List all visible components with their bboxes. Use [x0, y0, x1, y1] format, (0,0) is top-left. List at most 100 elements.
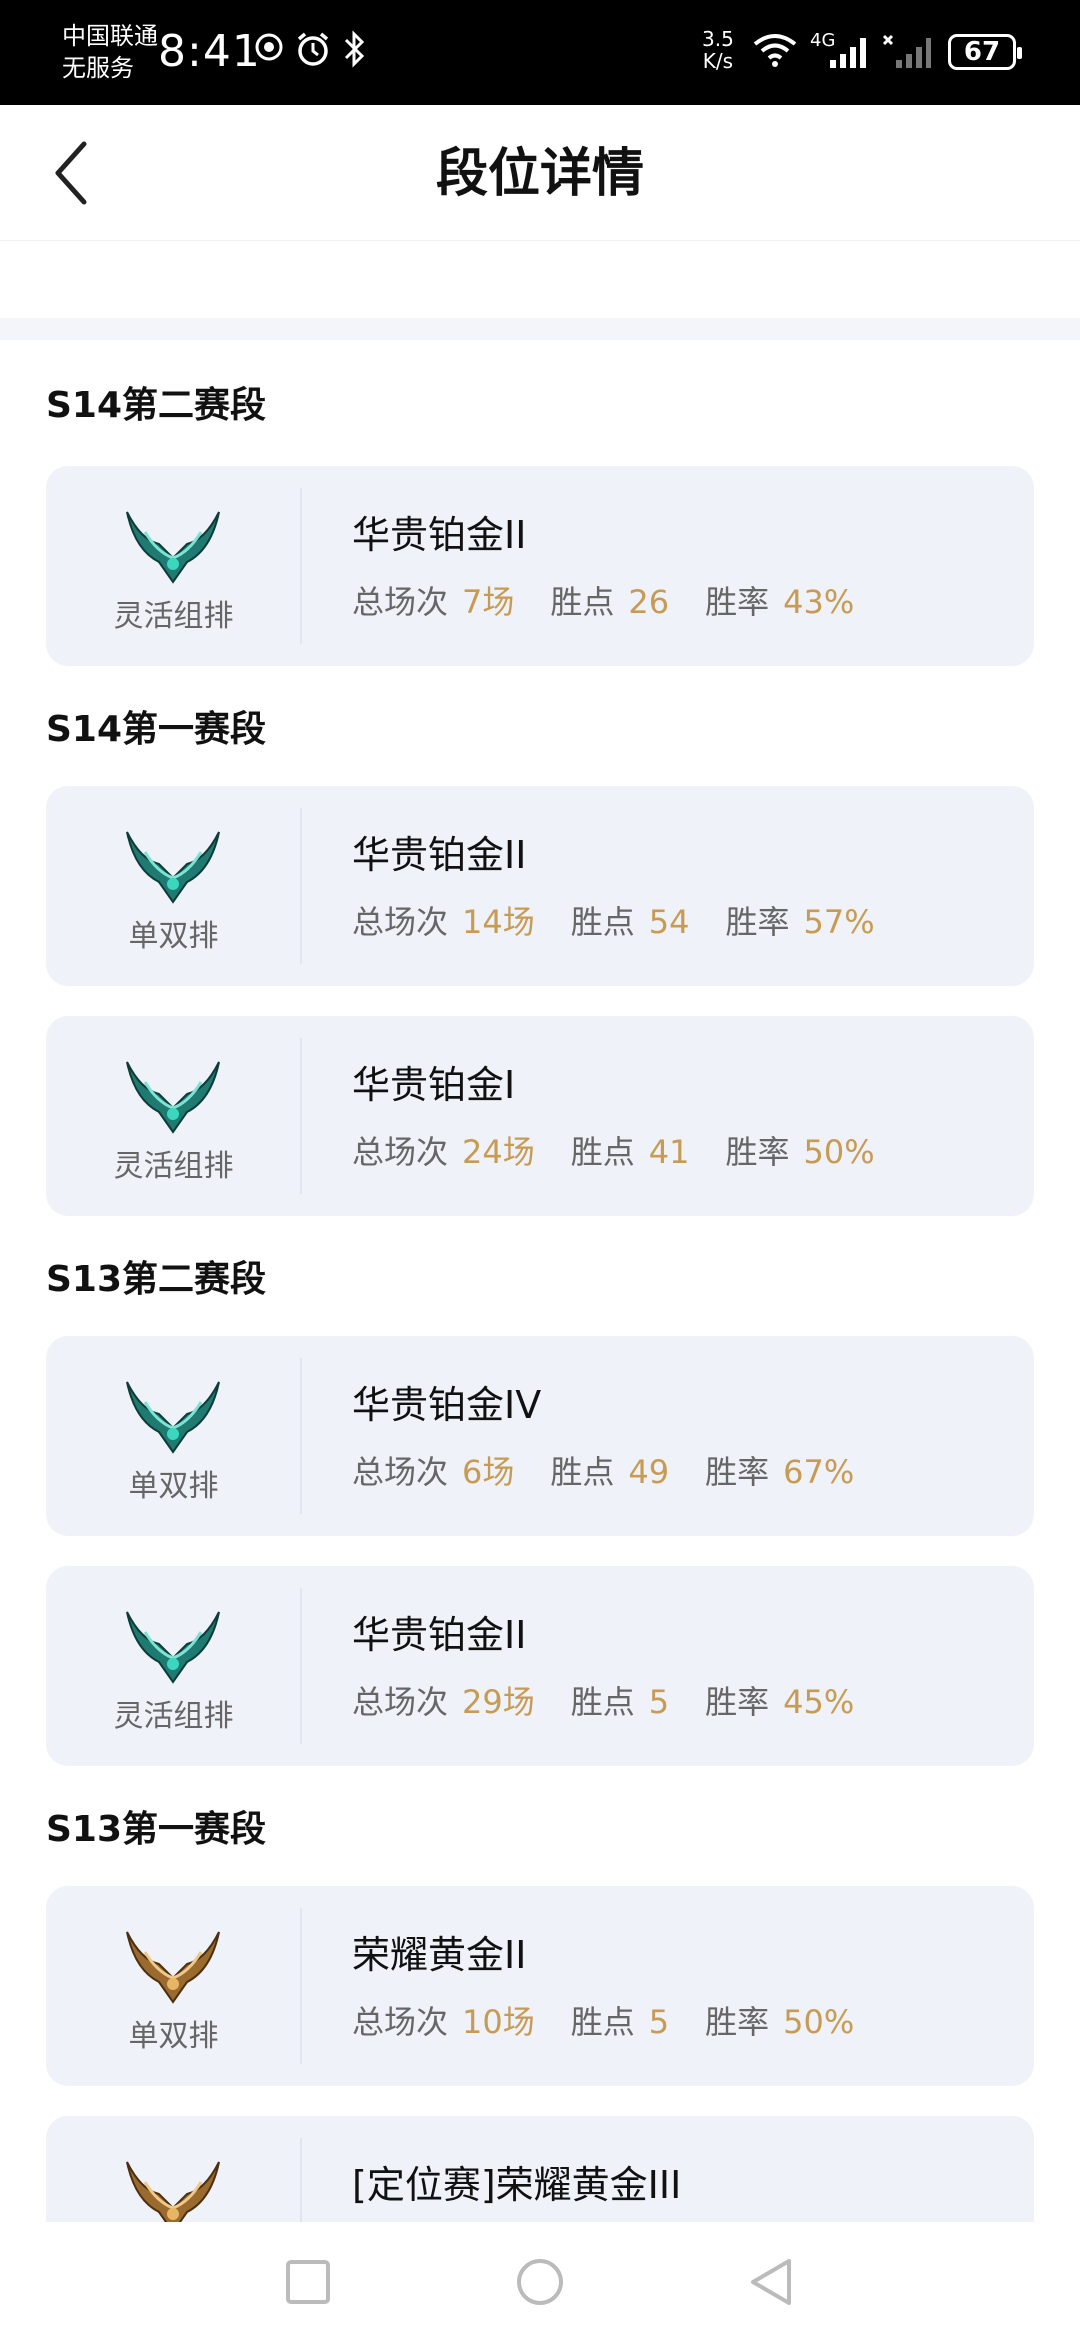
season-title: S13第二赛段: [46, 1259, 267, 1300]
rank-card[interactable]: 单双排 华贵铂金IV 总场次 6场 胜点 49 胜率 67%: [46, 1336, 1034, 1536]
win-rate-value: 50%: [803, 1133, 875, 1171]
carrier-info: 中国联通 无服务: [62, 20, 158, 84]
total-games-value: 6场: [462, 1453, 515, 1491]
rank-stats: 总场次 14场 胜点 54 胜率 57%: [352, 902, 911, 942]
rank-card[interactable]: 灵活组排 华贵铂金II 总场次 7场 胜点 26 胜率 43%: [46, 466, 1034, 666]
status-bar: 中国联通 无服务 8:41 3.5 K/s 4G 67: [0, 0, 1080, 105]
total-games-label: 总场次: [352, 1133, 449, 1171]
season-title: S14第一赛段: [46, 709, 267, 750]
win-rate-label: 胜率: [725, 903, 790, 941]
points-value: 5: [648, 2003, 670, 2041]
card-divider: [300, 488, 302, 644]
win-rate-label: 胜率: [705, 583, 770, 621]
vpn-icon: [254, 32, 284, 62]
tier-name: 荣耀黄金II: [352, 1933, 527, 1977]
season-title: S14第二赛段: [46, 385, 267, 426]
page-title: 段位详情: [435, 144, 644, 204]
rank-badge: 单双排: [46, 1886, 301, 2086]
total-games-value: 24场: [462, 1133, 535, 1171]
queue-type: 单双排: [128, 2019, 219, 2054]
points-label: 胜点: [570, 1133, 635, 1171]
win-rate-value: 67%: [783, 1453, 855, 1491]
rank-stats: 总场次 10场 胜点 5 胜率 50%: [352, 2002, 890, 2042]
back-nav-button[interactable]: [742, 2252, 802, 2312]
home-button[interactable]: [510, 2252, 570, 2312]
total-games-label: 总场次: [352, 1683, 449, 1721]
total-games-label: 总场次: [352, 583, 449, 621]
card-divider: [300, 1358, 302, 1514]
signal-icon: [828, 34, 872, 70]
rank-card[interactable]: 单双排 华贵铂金II 总场次 14场 胜点 54 胜率 57%: [46, 786, 1034, 986]
win-rate-label: 胜率: [705, 2003, 770, 2041]
win-rate-value: 50%: [783, 2003, 855, 2041]
tier-name: 华贵铂金IV: [352, 1383, 542, 1427]
tier-name: [定位赛]荣耀黄金III: [352, 2163, 682, 2207]
points-label: 胜点: [570, 903, 635, 941]
card-divider: [300, 2138, 302, 2222]
recent-apps-button[interactable]: [278, 2252, 338, 2312]
platinum-badge-icon: [126, 1611, 220, 1684]
queue-type: 灵活组排: [113, 599, 234, 634]
network-speed: 3.5 K/s: [702, 28, 734, 72]
system-nav-bar: [0, 2222, 1080, 2340]
total-games-label: 总场次: [352, 903, 449, 941]
home-icon: [517, 2259, 563, 2305]
no-signal-icon: [882, 34, 932, 70]
wifi-icon: [752, 32, 798, 68]
rank-badge: 单双排: [46, 1336, 301, 1536]
season-title: S13第一赛段: [46, 1809, 267, 1850]
win-rate-label: 胜率: [705, 1683, 770, 1721]
card-divider: [300, 1038, 302, 1194]
rank-badge: 单双排: [46, 786, 301, 986]
total-games-label: 总场次: [352, 2003, 449, 2041]
win-rate-value: 57%: [803, 903, 875, 941]
points-label: 胜点: [570, 1683, 635, 1721]
carrier-name: 中国联通: [62, 22, 158, 50]
rank-badge: 灵活组排: [46, 1016, 301, 1216]
win-rate-label: 胜率: [705, 1453, 770, 1491]
points-value: 41: [648, 1133, 690, 1171]
tier-name: 华贵铂金II: [352, 1613, 527, 1657]
recent-apps-icon: [286, 2260, 330, 2304]
speed-unit: K/s: [702, 49, 734, 73]
win-rate-value: 43%: [783, 583, 855, 621]
win-rate-label: 胜率: [725, 1133, 790, 1171]
alarm-icon: [294, 30, 332, 68]
back-triangle-icon: [751, 2259, 791, 2305]
rank-stats: 总场次 6场 胜点 49 胜率 67%: [352, 1452, 890, 1492]
rank-card[interactable]: 灵活组排 华贵铂金I 总场次 24场 胜点 41 胜率 50%: [46, 1016, 1034, 1216]
rank-stats: 总场次 24场 胜点 41 胜率 50%: [352, 1132, 911, 1172]
queue-type: 灵活组排: [113, 1149, 234, 1184]
rank-badge: 灵活组排: [46, 1566, 301, 1766]
queue-type: 单双排: [128, 919, 219, 954]
gold-badge-icon: [126, 2161, 220, 2222]
bluetooth-icon: [342, 30, 366, 68]
total-games-value: 29场: [462, 1683, 535, 1721]
points-value: 49: [628, 1453, 670, 1491]
rank-card[interactable]: [定位赛]荣耀黄金III: [46, 2116, 1034, 2222]
card-divider: [300, 808, 302, 964]
points-value: 26: [628, 583, 670, 621]
rank-badge: 灵活组排: [46, 466, 301, 666]
gold-badge-icon: [126, 1931, 220, 2004]
platinum-badge-icon: [126, 511, 220, 584]
card-divider: [300, 1908, 302, 2064]
card-divider: [300, 1588, 302, 1744]
rank-history-list[interactable]: S14第二赛段 灵活组排 华贵铂金II 总场次 7场 胜点 26 胜率 43% …: [0, 340, 1080, 2222]
battery-icon: 67: [948, 34, 1022, 70]
platinum-badge-icon: [126, 831, 220, 904]
points-label: 胜点: [550, 1453, 615, 1491]
points-value: 5: [648, 1683, 670, 1721]
rank-card[interactable]: 单双排 荣耀黄金II 总场次 10场 胜点 5 胜率 50%: [46, 1886, 1034, 2086]
service-status: 无服务: [62, 54, 134, 82]
section-divider: [0, 318, 1080, 340]
platinum-badge-icon: [126, 1061, 220, 1134]
rank-stats: 总场次 7场 胜点 26 胜率 43%: [352, 582, 890, 622]
rank-badge: [46, 2116, 301, 2222]
rank-card[interactable]: 灵活组排 华贵铂金II 总场次 29场 胜点 5 胜率 45%: [46, 1566, 1034, 1766]
queue-type: 单双排: [128, 1469, 219, 1504]
rank-stats: 总场次 29场 胜点 5 胜率 45%: [352, 1682, 890, 1722]
platinum-badge-icon: [126, 1381, 220, 1454]
queue-type: 灵活组排: [113, 1699, 234, 1734]
clock: 8:41: [158, 26, 261, 77]
